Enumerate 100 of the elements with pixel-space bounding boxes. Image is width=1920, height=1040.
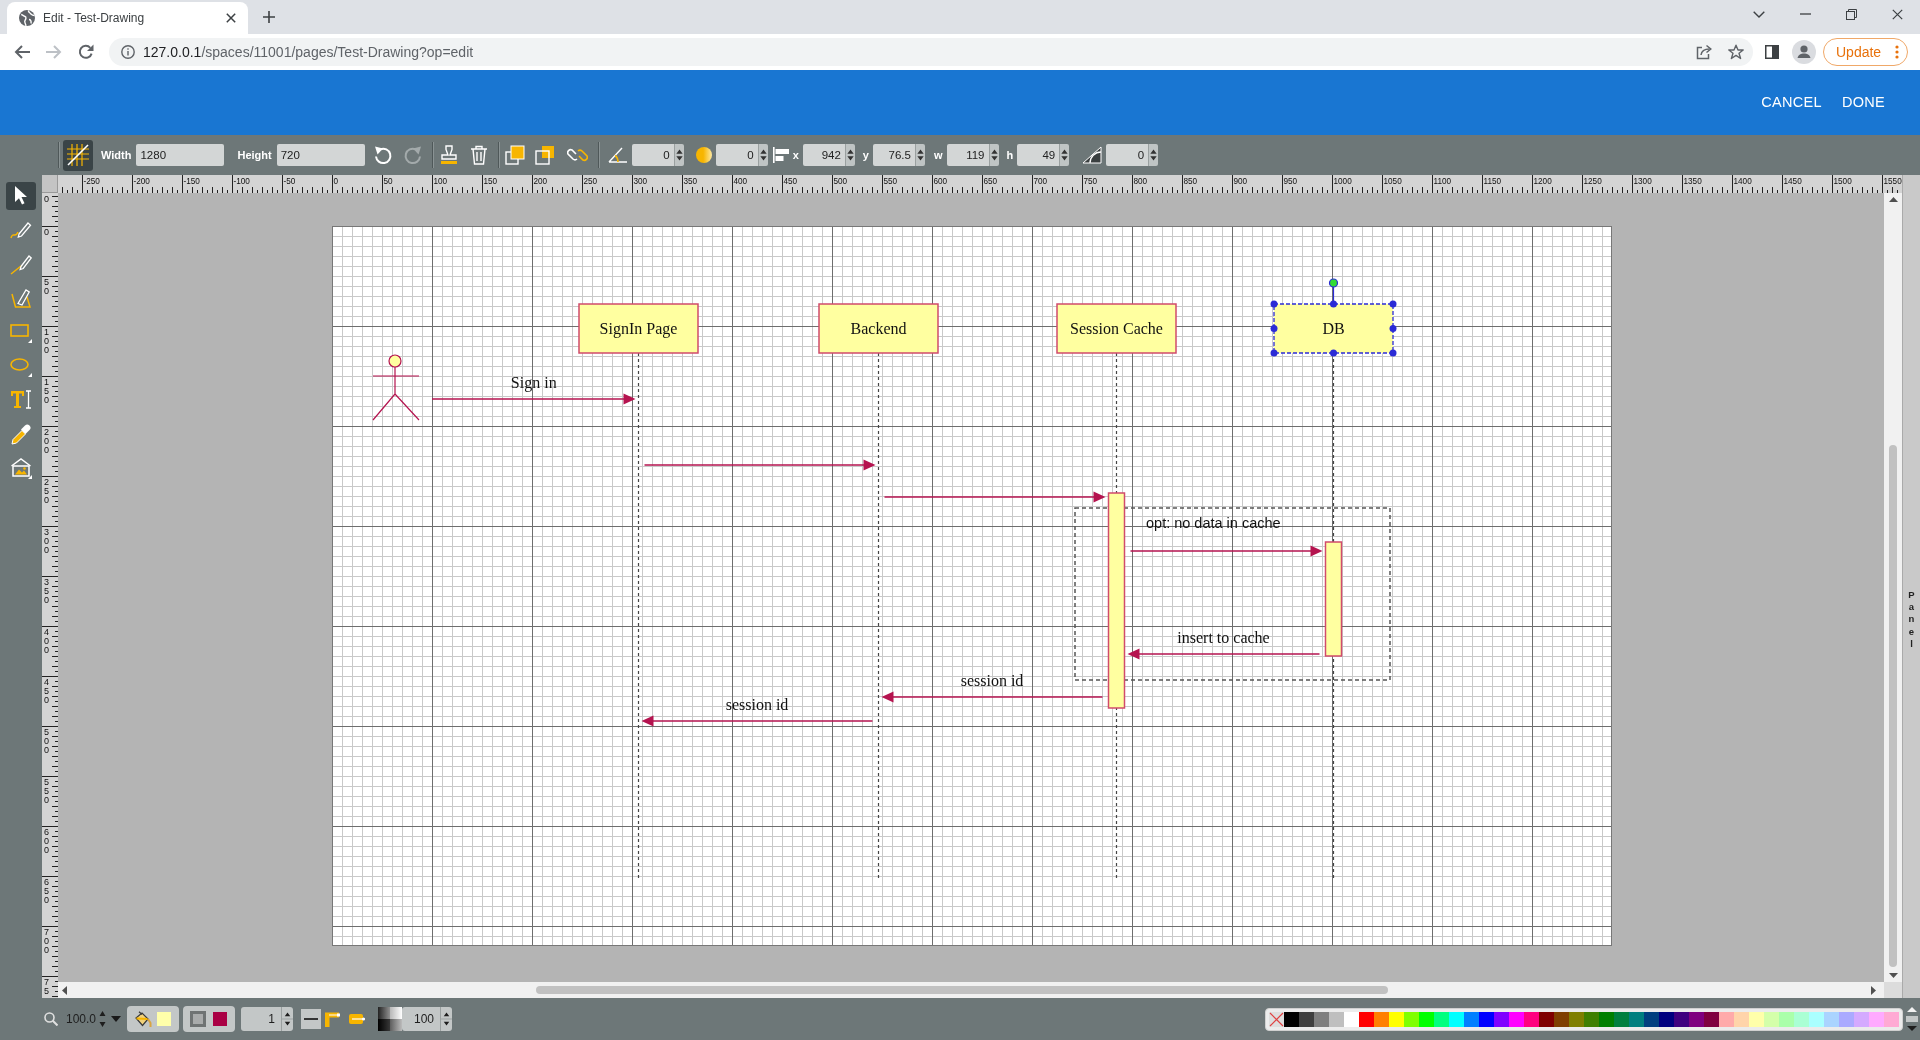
color-swatch-icon[interactable] [1809, 1011, 1824, 1027]
grid-icon [67, 144, 89, 166]
action-button[interactable]: DONE [1833, 85, 1893, 120]
spinner-icon[interactable] [440, 1007, 452, 1031]
color-swatch-icon[interactable] [1854, 1011, 1869, 1027]
scrollbar-thumb[interactable] [536, 986, 1388, 994]
color-swatch-icon[interactable] [1344, 1011, 1359, 1027]
color-swatch-icon[interactable] [1434, 1011, 1449, 1027]
scroll-down-icon[interactable] [1888, 973, 1898, 978]
color-swatch-icon[interactable] [1374, 1011, 1389, 1027]
color-swatch-icon[interactable] [1509, 1011, 1524, 1027]
message-label: session id [960, 672, 1024, 689]
spinner-icon[interactable] [914, 144, 925, 166]
tool-button[interactable] [6, 182, 36, 210]
color-swatch-icon[interactable] [1674, 1011, 1689, 1027]
spinner-icon[interactable] [281, 1007, 293, 1031]
profile-button[interactable] [1790, 38, 1818, 66]
color-swatch-icon[interactable] [1539, 1011, 1554, 1027]
height-input[interactable]: 720 [276, 144, 365, 166]
color-swatch-icon[interactable] [1524, 1011, 1539, 1027]
panel-tab[interactable]: Panel [1902, 175, 1920, 998]
color-swatch-icon[interactable] [1629, 1011, 1644, 1027]
stroke-width-input[interactable]: 1 [241, 1007, 281, 1031]
color-swatch-icon[interactable] [1614, 1011, 1629, 1027]
angle-input[interactable]: 0 [631, 144, 674, 166]
spinner-icon[interactable] [1148, 144, 1159, 166]
color-swatch-icon[interactable] [1749, 1011, 1764, 1027]
trash-icon [469, 145, 488, 165]
color-swatch-icon[interactable] [1554, 1011, 1569, 1027]
ruler-label: 100 [44, 328, 50, 355]
fill-button[interactable] [127, 1006, 179, 1032]
color-swatch-icon[interactable] [1404, 1011, 1419, 1027]
color-swatch-icon[interactable] [1329, 1011, 1344, 1027]
browser-tab[interactable]: Edit - Test-Drawing [7, 2, 248, 34]
color-swatch-icon[interactable] [1779, 1011, 1794, 1027]
scroll-up-icon[interactable] [1888, 197, 1898, 202]
color-swatch-icon[interactable] [1689, 1011, 1704, 1027]
h-input[interactable]: 49 [1017, 144, 1060, 166]
corner-radius-input[interactable]: 0 [1106, 144, 1149, 166]
color-swatch-icon[interactable] [1719, 1011, 1734, 1027]
color-swatch-icon[interactable] [1734, 1011, 1749, 1027]
color-swatch-icon[interactable] [1599, 1011, 1614, 1027]
selection-handles[interactable] [1270, 278, 1397, 357]
color-swatch-icon[interactable] [1824, 1011, 1839, 1027]
ruler-label: 1000 [1333, 177, 1352, 186]
color-swatch-icon[interactable] [1704, 1011, 1719, 1027]
gradient-square-icon[interactable] [378, 1007, 402, 1031]
color-swatch-icon[interactable] [1839, 1011, 1854, 1027]
spinner-icon[interactable] [844, 144, 855, 166]
grid-toggle-button[interactable] [63, 139, 93, 171]
ruler-label: 950 [1283, 177, 1298, 186]
color-swatch-icon[interactable] [1359, 1011, 1374, 1027]
spinner-icon[interactable] [988, 144, 999, 166]
color-swatch-icon[interactable] [1644, 1011, 1659, 1027]
color-swatch-icon[interactable] [1479, 1011, 1494, 1027]
color-swatch-icon[interactable] [1869, 1011, 1884, 1027]
ruler-label: 700 [1033, 177, 1048, 186]
color-swatch-icon[interactable] [1884, 1011, 1899, 1027]
stamp-icon [438, 145, 459, 165]
avatar-icon [1792, 40, 1816, 64]
star-icon [1728, 44, 1744, 60]
spinner-icon[interactable] [757, 144, 768, 166]
spinner-icon[interactable] [1059, 144, 1070, 166]
line-cap-icon[interactable] [349, 1011, 366, 1027]
color-swatch-icon[interactable] [1764, 1011, 1779, 1027]
scroll-left-icon[interactable] [62, 985, 67, 995]
color-swatch-icon[interactable] [1494, 1011, 1509, 1027]
color-swatch-icon[interactable] [1299, 1011, 1314, 1027]
y-input[interactable]: 76.5 [872, 144, 915, 166]
no-color-swatch-icon[interactable] [1269, 1011, 1284, 1027]
line-join-icon[interactable] [325, 1010, 341, 1028]
color-swatch-icon[interactable] [1389, 1011, 1404, 1027]
stroke-button[interactable] [183, 1006, 235, 1032]
spinner-icon[interactable] [673, 144, 684, 166]
scroll-arrows-icon[interactable] [1906, 1006, 1918, 1032]
color-swatch-icon[interactable] [1314, 1011, 1329, 1027]
caret-down-icon[interactable] [111, 1016, 121, 1022]
color-swatch-icon[interactable] [1419, 1011, 1434, 1027]
color-swatch-icon[interactable] [1449, 1011, 1464, 1027]
color-swatch-icon[interactable] [1464, 1011, 1479, 1027]
opacity-input[interactable]: 100 [402, 1007, 440, 1031]
participant-box: Session Cache [1056, 303, 1177, 354]
ruler-label: 900 [1233, 177, 1248, 186]
action-button[interactable]: CANCEL [1753, 85, 1830, 120]
color-swatch-icon[interactable] [1659, 1011, 1674, 1027]
blur-input[interactable]: 0 [715, 144, 758, 166]
scroll-right-icon[interactable] [1871, 985, 1876, 995]
w-input[interactable]: 119 [946, 144, 989, 166]
ruler-label: 0 [44, 228, 50, 237]
ruler-label: 400 [44, 628, 50, 655]
color-swatch-icon[interactable] [1284, 1011, 1299, 1027]
address-field[interactable]: 127.0.0.1/spaces/11001/pages/Test-Drawing?op=edit [109, 38, 1753, 66]
color-swatch-icon[interactable] [1584, 1011, 1599, 1027]
color-swatch-icon[interactable] [1569, 1011, 1584, 1027]
color-swatch-icon[interactable] [1794, 1011, 1809, 1027]
x-input[interactable]: 942 [802, 144, 845, 166]
ruler-label: 300 [633, 177, 648, 186]
width-input[interactable]: 1280 [136, 144, 225, 166]
zoom-input[interactable]: 100.0 [62, 1009, 98, 1029]
scrollbar-thumb[interactable] [1889, 445, 1897, 967]
